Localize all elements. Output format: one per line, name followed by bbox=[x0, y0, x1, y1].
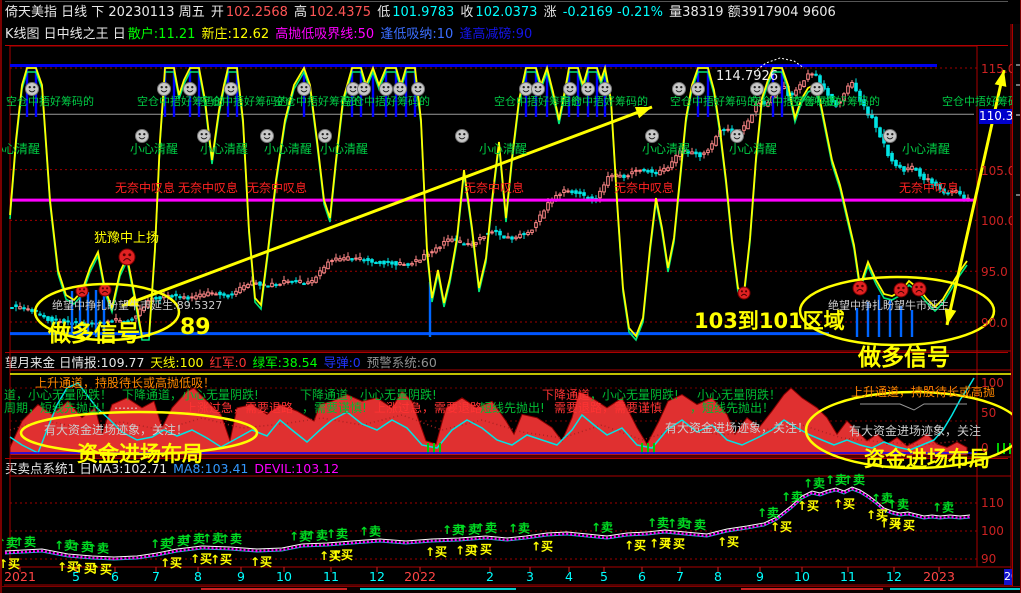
maimai-segment: MA8:103.41 bbox=[173, 461, 252, 476]
buysell-indicator-bar: 买卖点系统1 日MA3:102.71 MA8:103.41 DEVIL:103.… bbox=[5, 458, 1008, 478]
maimai-segment: 买卖点系统1 日MA3:102.71 bbox=[5, 461, 171, 476]
strip-mark-icon bbox=[1016, 84, 1021, 86]
strip-mark-icon bbox=[1016, 194, 1021, 196]
x-axis-label: 10 bbox=[794, 569, 810, 584]
main-candlestick-chart[interactable] bbox=[10, 46, 977, 352]
y-axis-label: 110 bbox=[981, 496, 1004, 510]
quote-segment: 101.9783 bbox=[392, 5, 458, 20]
buysell-signal-chart[interactable] bbox=[10, 477, 977, 567]
kline-segment: K线图 日中线之王 日 bbox=[5, 27, 126, 42]
kline-segment: 高抛低吸界线:50 bbox=[275, 27, 378, 42]
x-axis-label: 10 bbox=[276, 569, 292, 584]
x-axis-label: 3 bbox=[526, 569, 534, 584]
quote-segment: 收 bbox=[460, 5, 473, 20]
strip-mark-icon bbox=[1016, 64, 1021, 66]
x-axis-label: 8 bbox=[194, 569, 202, 584]
x-axis-label: 5 bbox=[72, 569, 80, 584]
quote-segment: 开 bbox=[211, 5, 224, 20]
y-axis-label: 100.0 bbox=[981, 214, 1015, 228]
x-axis-label: 9 bbox=[237, 569, 245, 584]
strip-mark-icon bbox=[1016, 114, 1021, 116]
quote-segment: 102.0373 bbox=[475, 5, 541, 20]
wangyue-segment: 天线:100 bbox=[150, 355, 207, 370]
right-scroll-strip[interactable] bbox=[1012, 24, 1021, 586]
x-axis-label: 11 bbox=[323, 569, 339, 584]
window-strip-segment bbox=[360, 588, 516, 593]
y-axis-label: 90 bbox=[981, 552, 996, 566]
wangyue-segment: 导弹:0 bbox=[324, 355, 365, 370]
x-axis-label: 7 bbox=[152, 569, 160, 584]
wangyue-segment: 望月来金 日情报:109.77 bbox=[5, 355, 148, 370]
current-price-badge: 110.3 bbox=[979, 109, 1012, 124]
kline-segment: 逢低吸纳:10 bbox=[380, 27, 457, 42]
quote-segment: 102.4375 bbox=[309, 5, 375, 20]
y-axis-label: 115.0 bbox=[981, 62, 1015, 76]
kline-segment: 逢高减磅:90 bbox=[459, 27, 532, 42]
maimai-segment: DEVIL:103.12 bbox=[254, 461, 339, 476]
y-axis-label: 50 bbox=[981, 406, 996, 420]
y-axis-label: 105.0 bbox=[981, 164, 1015, 178]
kline-segment: 新庄:12.62 bbox=[202, 27, 274, 42]
y-axis-label: 95.0 bbox=[981, 265, 1008, 279]
wangyue-segment: 预警系统:60 bbox=[367, 355, 437, 370]
x-axis-label: 8 bbox=[714, 569, 722, 584]
window-strip-segment bbox=[741, 588, 883, 593]
wangyue-segment: 绿军:38.54 bbox=[253, 355, 322, 370]
x-axis-label: 2021 bbox=[4, 569, 36, 584]
kline-segment: 散户:11.21 bbox=[128, 27, 200, 42]
fund-flow-chart[interactable] bbox=[10, 371, 977, 458]
y-axis-label: 0 bbox=[981, 441, 989, 455]
bottom-window-strip bbox=[2, 586, 1021, 593]
x-axis-label: 2 bbox=[486, 569, 494, 584]
x-axis-label: 6 bbox=[111, 569, 119, 584]
x-axis-label: 12 bbox=[369, 569, 385, 584]
window-strip-segment bbox=[890, 588, 1021, 593]
quote-bar: 倚天美指 日线 下 20230113 周五 开102.2568 高102.437… bbox=[5, 1, 1008, 24]
quote-segment: 高 bbox=[294, 5, 307, 20]
quote-segment: 低 bbox=[377, 5, 390, 20]
x-axis-label: 2022 bbox=[404, 569, 436, 584]
x-axis-label: 9 bbox=[756, 569, 764, 584]
y-axis-label: 100 bbox=[981, 524, 1004, 538]
trading-app-window: 倚天美指 日线 下 20230113 周五 开102.2568 高102.437… bbox=[0, 0, 1021, 593]
x-axis-label: 7 bbox=[676, 569, 684, 584]
x-axis-label: 11 bbox=[840, 569, 856, 584]
quote-segment: 涨 bbox=[544, 5, 561, 20]
x-axis-label: 5 bbox=[600, 569, 608, 584]
x-axis-label: 12 bbox=[886, 569, 902, 584]
kline-info-bar: K线图 日中线之王 日散户:11.21 新庄:12.62 高抛低吸界线:50 逢… bbox=[5, 24, 1008, 46]
x-axis-label: 2023 bbox=[923, 569, 955, 584]
quote-segment: 102.2568 bbox=[226, 5, 292, 20]
quote-segment: -0.2169 -0.21% bbox=[563, 5, 667, 20]
window-strip-segment bbox=[201, 588, 347, 593]
y-axis-label: 100 bbox=[981, 376, 1004, 390]
wangyue-segment: 红军:0 bbox=[209, 355, 250, 370]
y-axis-label: 90.0 bbox=[981, 316, 1008, 330]
x-axis-label: 4 bbox=[565, 569, 573, 584]
x-axis-label: 6 bbox=[638, 569, 646, 584]
wangyue-indicator-bar: 望月来金 日情报:109.77 天线:100 红军:0 绿军:38.54 导弹:… bbox=[5, 352, 1008, 372]
quote-segment: 量38319 额3917904 9606 bbox=[669, 5, 836, 20]
quote-segment: 倚天美指 日线 下 20230113 周五 bbox=[5, 5, 209, 20]
